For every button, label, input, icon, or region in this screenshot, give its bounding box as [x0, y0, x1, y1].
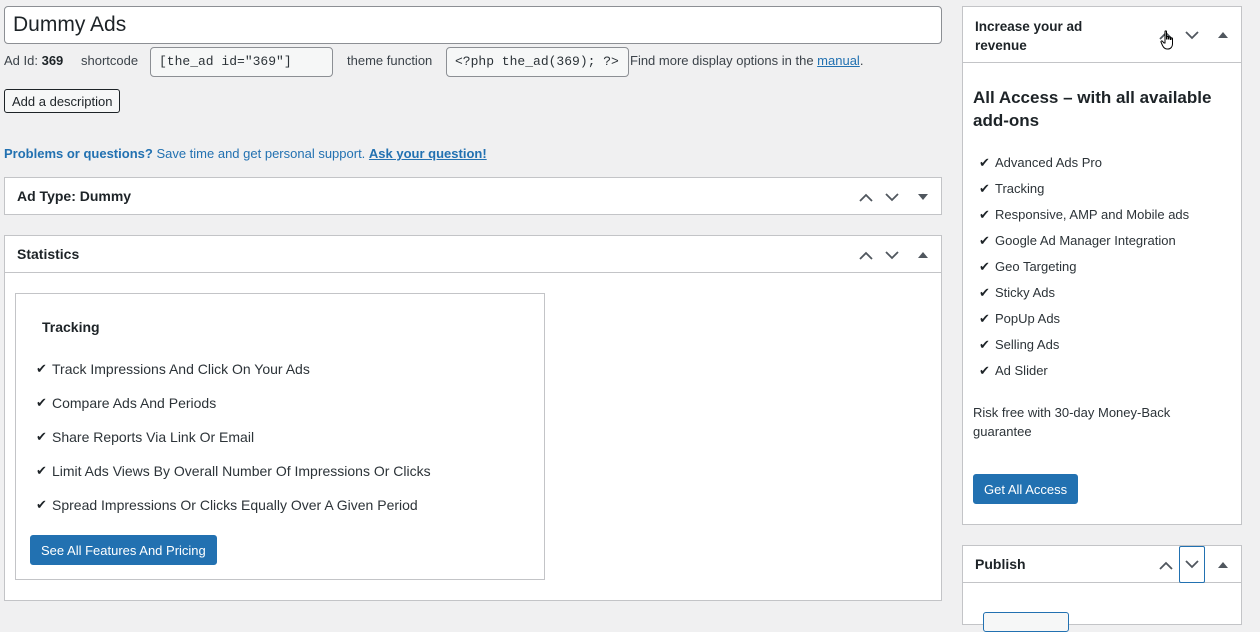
list-item: ✔ Google Ad Manager Integration	[979, 233, 1189, 259]
manual-link[interactable]: manual	[817, 53, 860, 68]
statistics-box: Statistics Tracking ✔ Track Impressions A…	[4, 235, 942, 601]
theme-function-label: theme function	[347, 53, 433, 68]
add-description-button[interactable]: Add a description	[4, 89, 121, 113]
tracking-feature-list: ✔ Track Impressions And Click On Your Ads…	[36, 361, 431, 531]
money-back-note: Risk free with 30-day Money-Back guarant…	[973, 405, 1171, 439]
check-icon: ✔	[979, 363, 990, 378]
list-item: ✔ Compare Ads And Periods	[36, 395, 217, 411]
statistics-title: Statistics	[17, 246, 80, 262]
list-item: ✔ Tracking	[979, 181, 1189, 207]
revenue-title: Increase your ad revenue	[975, 19, 1083, 53]
support-line: Problems or questions? Save time and get…	[4, 146, 487, 161]
move-up-icon[interactable]	[853, 184, 879, 210]
move-down-icon[interactable]	[879, 184, 905, 210]
toggle-panel-icon[interactable]	[1210, 22, 1236, 48]
list-item: ✔ Track Impressions And Click On Your Ads	[36, 361, 310, 377]
ad-id-value: 369	[41, 53, 64, 68]
support-text: Save time and get personal support.	[156, 146, 366, 161]
publish-action-button[interactable]	[983, 612, 1069, 632]
ad-title-input[interactable]	[4, 6, 942, 44]
ad-type-title: Ad Type: Dummy	[17, 188, 132, 204]
check-icon: ✔	[979, 285, 990, 300]
support-question: Problems or questions?	[4, 146, 153, 161]
check-icon: ✔	[979, 155, 990, 170]
check-icon: ✔	[36, 497, 47, 512]
list-item: ✔ Responsive, AMP and Mobile ads	[979, 207, 1189, 233]
ad-meta-row: Ad Id: 369 shortcode [the_ad id="369"] t…	[4, 47, 944, 77]
publish-header[interactable]: Publish	[963, 546, 1241, 583]
ad-type-box: Ad Type: Dummy	[4, 177, 942, 215]
check-icon: ✔	[979, 337, 990, 352]
move-up-icon[interactable]	[853, 242, 879, 268]
revenue-box: Increase your ad revenue All Access – wi…	[962, 6, 1242, 525]
move-down-icon[interactable]	[1179, 546, 1205, 583]
toggle-panel-icon[interactable]	[1210, 552, 1236, 578]
list-item: ✔ Sticky Ads	[979, 285, 1189, 311]
toggle-panel-icon[interactable]	[910, 242, 936, 268]
get-all-access-button[interactable]: Get All Access	[973, 474, 1079, 504]
shortcode-field[interactable]: [the_ad id="369"]	[150, 47, 333, 77]
list-item: ✔ Advanced Ads Pro	[979, 155, 1189, 181]
move-down-icon[interactable]	[879, 242, 905, 268]
check-icon: ✔	[36, 395, 47, 410]
publish-box: Publish	[962, 545, 1242, 632]
move-up-icon[interactable]	[1153, 552, 1179, 578]
check-icon: ✔	[979, 207, 990, 222]
toggle-panel-icon[interactable]	[910, 184, 936, 210]
check-icon: ✔	[979, 259, 990, 274]
list-item: ✔ Ad Slider	[979, 363, 1189, 389]
check-icon: ✔	[36, 463, 47, 478]
check-icon: ✔	[36, 429, 47, 444]
hand-cursor-icon	[1160, 30, 1173, 50]
revenue-heading: All Access – with all available add-ons	[973, 88, 1212, 130]
revenue-header[interactable]: Increase your ad revenue	[963, 7, 1241, 63]
see-features-button[interactable]: See All Features And Pricing	[30, 535, 217, 565]
check-icon: ✔	[979, 181, 990, 196]
more-options-text: Find more display options in the manual.	[630, 53, 864, 68]
addon-list: ✔ Advanced Ads Pro ✔ Tracking ✔ Responsive,…	[979, 155, 1189, 389]
ad-id-label: Ad Id: 369	[4, 53, 64, 68]
tracking-card: Tracking ✔ Track Impressions And Click On…	[15, 293, 545, 580]
list-item: ✔ Selling Ads	[979, 337, 1189, 363]
tracking-card-title: Tracking	[42, 319, 100, 335]
list-item: ✔ Limit Ads Views By Overall Number Of Im…	[36, 463, 431, 479]
theme-function-field[interactable]: <?php the_ad(369); ?>	[446, 47, 629, 77]
ask-question-link[interactable]: Ask your question!	[369, 146, 487, 161]
move-down-icon[interactable]	[1179, 22, 1205, 48]
list-item: ✔ Spread Impressions Or Clicks Equally Ov…	[36, 497, 418, 513]
publish-title: Publish	[975, 556, 1026, 572]
list-item: ✔ Share Reports Via Link Or Email	[36, 429, 255, 445]
check-icon: ✔	[979, 233, 990, 248]
check-icon: ✔	[979, 311, 990, 326]
shortcode-label: shortcode	[81, 53, 139, 68]
list-item: ✔ PopUp Ads	[979, 311, 1189, 337]
ad-type-header[interactable]: Ad Type: Dummy	[5, 178, 941, 215]
check-icon: ✔	[36, 361, 47, 376]
list-item: ✔ Geo Targeting	[979, 259, 1189, 285]
statistics-header[interactable]: Statistics	[5, 236, 941, 273]
